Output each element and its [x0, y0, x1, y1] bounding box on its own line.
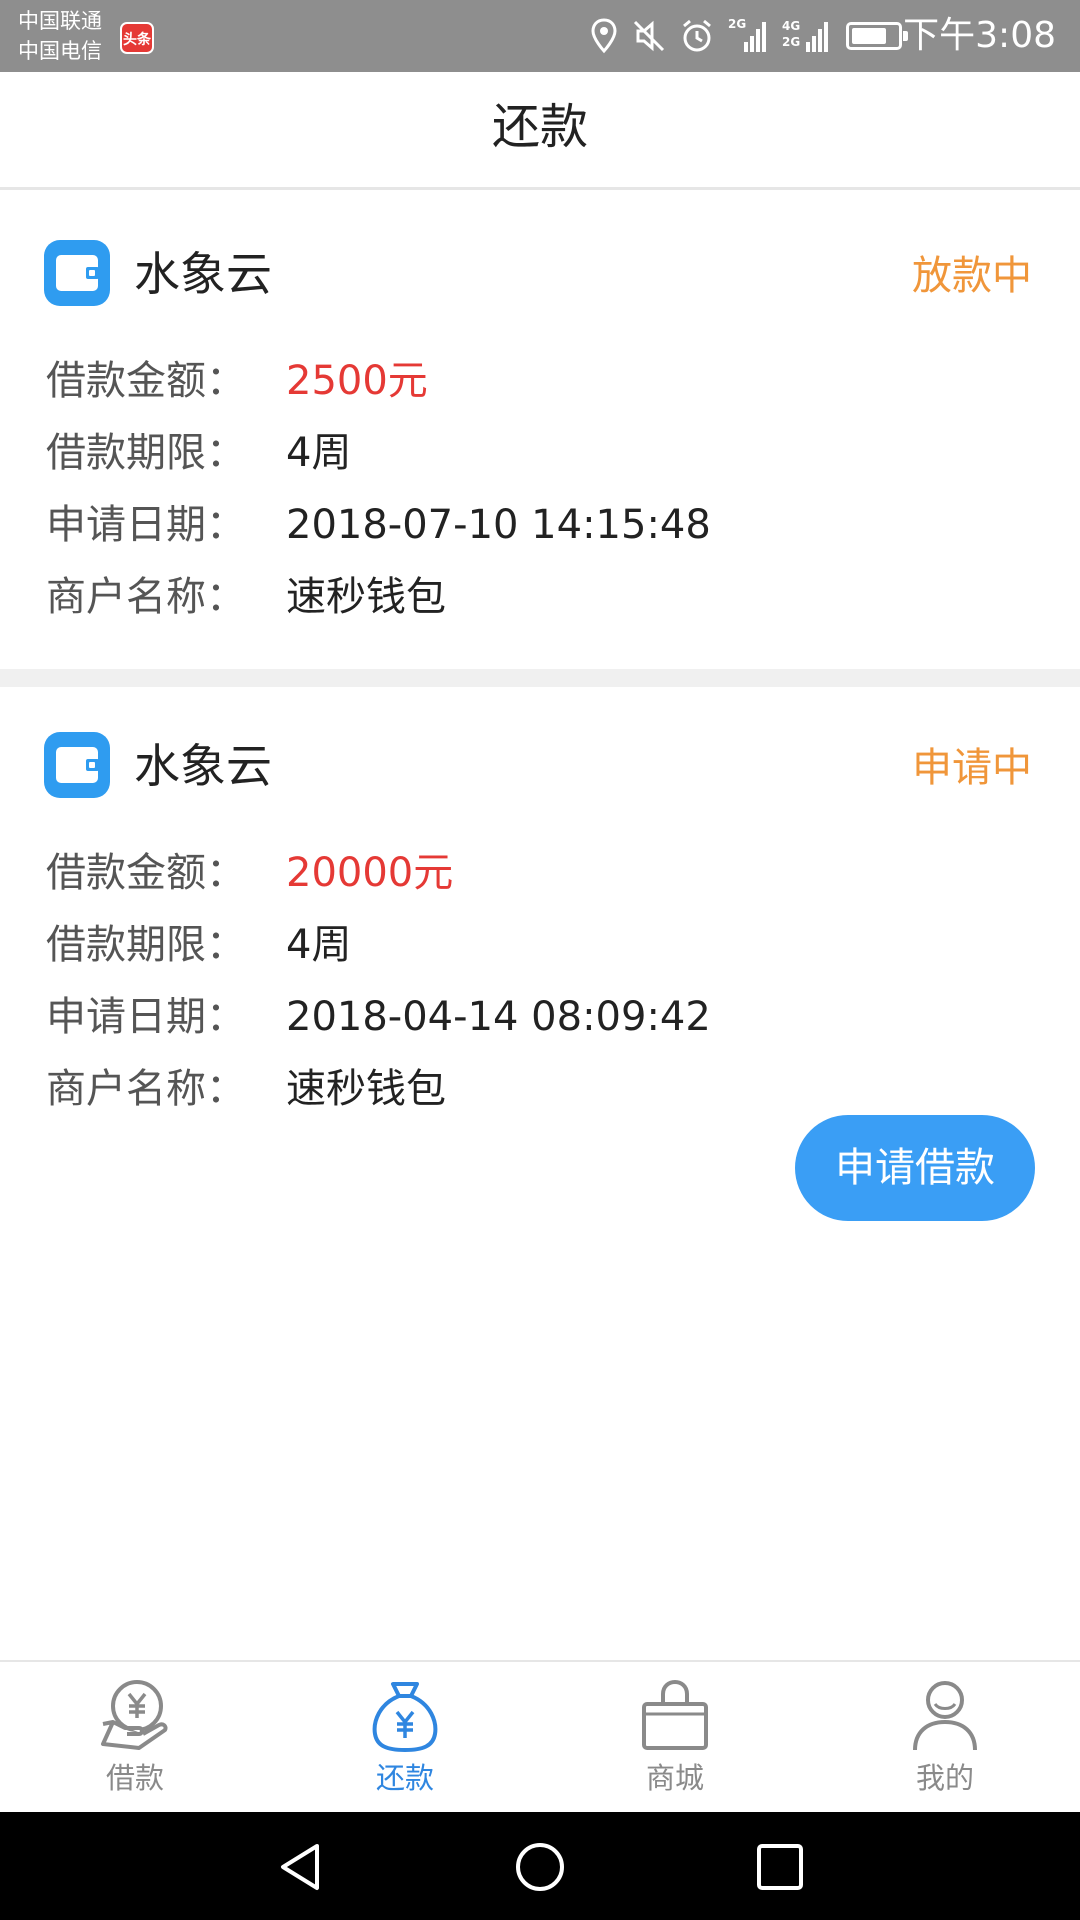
apply-loan-button[interactable]: 申请借款: [795, 1115, 1035, 1221]
tab-mall-label: 商城: [645, 1761, 704, 1795]
person-icon: [913, 1681, 977, 1751]
company-name: 水象云: [134, 739, 272, 793]
back-icon[interactable]: [275, 1842, 325, 1892]
amount-label: 借款金额：: [46, 850, 246, 896]
tab-mall[interactable]: 商城: [540, 1662, 810, 1812]
amount-value: 20000元: [286, 850, 454, 896]
tab-repay-label: 还款: [375, 1761, 434, 1795]
battery-level: [852, 28, 886, 44]
recents-icon[interactable]: [755, 1842, 805, 1892]
term-label: 借款期限：: [46, 430, 246, 476]
date-row: 申请日期： 2018-04-14 08:09:42: [46, 987, 711, 1047]
carrier-1: 中国联通: [18, 9, 102, 33]
signal-bars-icon-2: [806, 22, 828, 52]
carrier-2: 中国电信: [18, 39, 102, 63]
tab-mine[interactable]: 我的: [810, 1662, 1080, 1812]
system-nav-bar: [0, 1812, 1080, 1920]
tab-borrow[interactable]: 借款: [0, 1662, 270, 1812]
date-row: 申请日期： 2018-07-10 14:15:48: [46, 495, 711, 555]
merchant-row: 商户名称： 速秒钱包: [46, 1059, 446, 1119]
loan-status: 放款中: [912, 253, 1032, 299]
merchant-label: 商户名称：: [46, 1066, 246, 1112]
shopping-bag-icon: [642, 1679, 708, 1750]
amount-row: 借款金额： 2500元: [46, 351, 428, 411]
status-bar: 中国联通 中国电信 头条 2G 4G 2G 下午3:08: [0, 0, 1080, 72]
amount-value: 2500元: [286, 358, 428, 404]
date-value: 2018-04-14 08:09:42: [286, 994, 711, 1040]
signal-2g: 2G: [728, 18, 768, 54]
date-value: 2018-07-10 14:15:48: [286, 502, 711, 548]
home-icon[interactable]: [515, 1842, 565, 1892]
merchant-label: 商户名称：: [46, 574, 246, 620]
app-header: 还款: [0, 72, 1080, 190]
wallet-icon: [44, 732, 110, 798]
loan-card[interactable]: 水象云 放款中 借款金额： 2500元 借款期限： 4周 申请日期： 2018-…: [0, 192, 1080, 669]
status-icons: 2G 4G 2G: [590, 16, 830, 56]
merchant-value: 速秒钱包: [286, 574, 446, 620]
term-value: 4周: [286, 922, 352, 968]
tab-borrow-label: 借款: [105, 1761, 164, 1795]
wallet-icon: [44, 240, 110, 306]
page-title: 还款: [491, 99, 588, 155]
date-label: 申请日期：: [46, 502, 246, 548]
term-row: 借款期限： 4周: [46, 423, 351, 483]
bottom-tab-bar: 借款 还款 商城 我的: [0, 1660, 1080, 1812]
signal-4g-2g: 4G 2G: [782, 18, 830, 54]
mute-icon: [633, 20, 665, 52]
date-label: 申请日期：: [46, 994, 246, 1040]
loan-status: 申请中: [912, 745, 1032, 791]
battery-icon: [846, 22, 908, 50]
term-value: 4周: [286, 430, 352, 476]
amount-label: 借款金额：: [46, 358, 246, 404]
money-bag-icon: [372, 1682, 438, 1753]
term-label: 借款期限：: [46, 922, 246, 968]
tab-mine-label: 我的: [915, 1761, 974, 1795]
status-time: 下午3:08: [903, 15, 1056, 56]
hand-coin-icon: [101, 1680, 168, 1750]
toutiao-notification-icon: 头条: [120, 22, 154, 54]
card-divider: [0, 669, 1080, 687]
alarm-icon: [683, 19, 711, 52]
merchant-row: 商户名称： 速秒钱包: [46, 567, 446, 627]
term-row: 借款期限： 4周: [46, 915, 351, 975]
merchant-value: 速秒钱包: [286, 1066, 446, 1112]
amount-row: 借款金额： 20000元: [46, 843, 453, 903]
signal-bars-icon: [744, 22, 766, 52]
tab-repay[interactable]: 还款: [270, 1662, 540, 1812]
company-name: 水象云: [134, 247, 272, 301]
location-icon: [591, 18, 617, 54]
carrier-info: 中国联通 中国电信: [18, 6, 102, 66]
